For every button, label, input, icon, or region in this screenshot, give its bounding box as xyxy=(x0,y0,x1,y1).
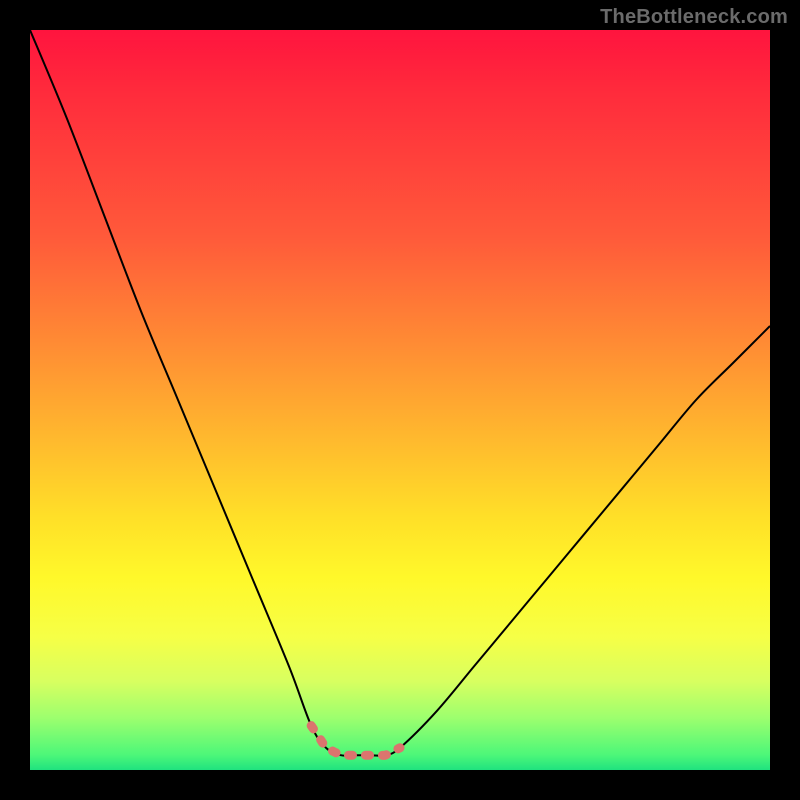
bottleneck-curve-path xyxy=(30,30,770,756)
plot-area xyxy=(30,30,770,770)
watermark-text: TheBottleneck.com xyxy=(600,6,788,29)
chart-stage: TheBottleneck.com xyxy=(0,0,800,800)
good-range-overlay xyxy=(311,726,400,756)
curve-layer xyxy=(30,30,770,770)
